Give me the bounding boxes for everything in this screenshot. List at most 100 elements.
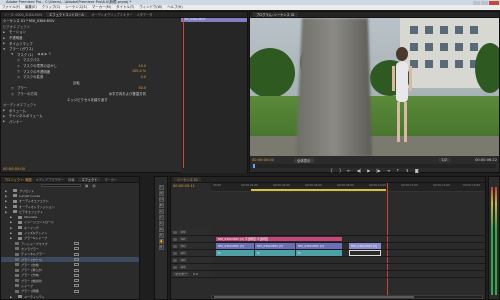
monitor-scrub-bar[interactable] (253, 164, 496, 168)
step-forward-icon[interactable]: |▶ (376, 168, 380, 173)
timeline-scrollbar[interactable] (211, 295, 483, 299)
minimize-button[interactable] (473, 0, 480, 5)
tab-audio-mixer[interactable]: オーディオクリップミキサー (91, 12, 132, 17)
param-value[interactable]: 10.0 (138, 64, 146, 68)
timeline-clip-pink[interactable]: MVI_0364.MOV [V] 不透明度:不透明度 (216, 237, 342, 241)
track-label[interactable]: A3 (179, 265, 187, 269)
expand-triangle-icon[interactable]: ▶ (5, 189, 11, 193)
menu-title[interactable]: タイトル(T) (116, 5, 134, 10)
timeline-scroll-thumb[interactable] (214, 296, 414, 298)
slide-tool-icon[interactable]: ⇹ (158, 227, 164, 232)
expand-triangle-icon[interactable]: ▶ (5, 210, 11, 214)
tab-project[interactable]: プロジェクト: 無題 (4, 177, 32, 182)
tab-media-browser[interactable]: メディアブラウザー (36, 177, 64, 182)
menu-marker[interactable]: マーカー(M) (92, 5, 111, 10)
expand-triangle-icon[interactable]: ▶ (10, 295, 16, 299)
repeat-edge-checkbox[interactable]: エッジピクセルを繰り返す (67, 97, 108, 102)
tab-markers[interactable]: マーカー (104, 177, 117, 182)
effect-controls-timecode[interactable]: 00:00:00:00 (3, 167, 25, 171)
tab-info[interactable]: 情報 (68, 177, 74, 182)
tab-program[interactable]: プログラム: シーケンス 01 (253, 12, 298, 17)
effect-row[interactable]: ▶ パンナー (1, 119, 181, 125)
delete-icon[interactable]: ▤ (92, 184, 95, 188)
hand-tool-icon[interactable]: ✋ (158, 239, 164, 244)
effect-playhead[interactable] (183, 18, 184, 168)
timeline-clip-audio[interactable]: fx (255, 250, 295, 256)
track-label[interactable]: V1 (179, 244, 187, 248)
timeline-clip-video[interactable]: MVI_0364.MOV [V] (216, 243, 254, 249)
timeline-clip-video[interactable]: MVI_0364.MOV [V] (296, 243, 342, 249)
timeline-clip-audio-selected[interactable] (349, 250, 381, 256)
export-frame-icon[interactable]: ◙ (415, 168, 419, 173)
expand-triangle-icon[interactable]: ▶ (10, 215, 16, 219)
expand-triangle-icon[interactable]: ▶ (10, 236, 16, 240)
rolling-edit-tool-icon[interactable]: # (158, 203, 164, 208)
track-label[interactable]: A1 (179, 251, 187, 255)
mark-in-icon[interactable]: { (330, 168, 333, 173)
tab-metadata[interactable]: メタデータ (136, 12, 152, 17)
speaker-icon[interactable] (173, 265, 177, 269)
effect-controls-timeline[interactable]: MVI_0364.MOV (181, 17, 247, 173)
tab-sequence[interactable]: シーケンス 01 (174, 177, 201, 182)
extract-icon[interactable]: ⇞ (405, 168, 408, 173)
step-back-icon[interactable]: ◀| (357, 168, 361, 173)
speaker-icon[interactable] (173, 258, 177, 262)
slip-tool-icon[interactable]: ⇔ (158, 221, 164, 226)
eye-icon[interactable] (173, 237, 177, 241)
expand-triangle-icon[interactable]: ▶ (5, 194, 11, 198)
quality-select[interactable]: 1/2 (438, 158, 451, 162)
menu-edit[interactable]: 編集(E) (25, 5, 37, 10)
work-area-bar[interactable] (251, 189, 386, 191)
expand-triangle-icon[interactable]: ▶ (10, 226, 16, 230)
menu-sequence[interactable]: シーケンス(S) (65, 5, 87, 10)
mark-out-icon[interactable]: } (339, 168, 342, 173)
expand-triangle-icon[interactable]: ▶ (10, 220, 16, 224)
speaker-icon[interactable] (173, 251, 177, 255)
maximize-button[interactable] (481, 0, 488, 5)
effects-search-input[interactable] (41, 183, 81, 188)
go-to-in-icon[interactable]: ⇤ (347, 168, 350, 173)
param-value[interactable]: 0.0 (141, 75, 146, 79)
blur-direction-select[interactable]: 水平方向および垂直方向 (109, 91, 146, 96)
param-value[interactable]: 50.0 (138, 86, 146, 90)
tab-source[interactable]: ソース: 0000_ZUEA.MOV (4, 12, 42, 17)
tab-effects[interactable]: エフェクト (78, 177, 101, 182)
track-label[interactable]: V2 (179, 237, 187, 241)
pen-tool-icon[interactable]: ✎ (158, 233, 164, 238)
master-value[interactable]: 0.0 (193, 272, 198, 276)
expand-triangle-icon[interactable]: ▶ (10, 231, 16, 235)
video-frame[interactable] (250, 18, 499, 156)
lift-icon[interactable]: ⇡ (396, 168, 399, 173)
selection-tool-icon[interactable]: ↖ (158, 185, 164, 190)
timeline-clip-video-selected[interactable]: MVI_0364.MOV [V] (349, 243, 381, 249)
program-timecode-current[interactable]: 00:00:00:00 (252, 158, 274, 162)
param-value[interactable]: 100.0 % (132, 69, 146, 73)
timeline-clip-audio[interactable]: fx (296, 250, 342, 256)
menu-help[interactable]: ヘルプ(H) (167, 5, 182, 10)
track-label[interactable]: マスター (173, 272, 190, 276)
timeline-timecode[interactable]: 00:00:05:11 (173, 184, 195, 188)
timeline-clip-video[interactable]: MVI_0364.MOV [V] (255, 243, 295, 249)
timeline-ruler[interactable]: 00:00 00:00:02:00 00:00:04:00 00:00:06:0… (211, 183, 485, 192)
ripple-edit-tool-icon[interactable]: ⟺ (158, 197, 164, 202)
fit-select[interactable]: 全体表示 (293, 157, 314, 163)
track-select-tool-icon[interactable]: ⇉ (158, 191, 164, 196)
rate-stretch-tool-icon[interactable]: ↔ (158, 209, 164, 214)
tab-effect-controls[interactable]: エフェクトコントロール (46, 12, 88, 17)
menu-window[interactable]: ウィンドウ(W) (139, 5, 162, 10)
expand-triangle-icon[interactable]: ▶ (5, 205, 11, 209)
play-icon[interactable]: ▶ (367, 168, 370, 173)
menu-clip[interactable]: クリップ(C) (42, 5, 61, 10)
mask-shape-icons[interactable]: ◀ ◆ ▶ ✎ (37, 52, 51, 56)
menu-file[interactable]: ファイル(F) (2, 5, 20, 10)
eye-icon[interactable] (173, 230, 177, 234)
zoom-tool-icon[interactable]: ⚲ (158, 245, 164, 250)
go-to-out-icon[interactable]: ⇥ (387, 168, 390, 173)
razor-tool-icon[interactable]: ✂ (158, 215, 164, 220)
expand-triangle-icon[interactable]: ▶ (5, 199, 11, 203)
timeline-clip-audio[interactable]: fx (216, 250, 254, 256)
monitor-playhead[interactable] (253, 164, 255, 168)
new-bin-icon[interactable]: ▣ (85, 184, 88, 188)
invert-checkbox-label[interactable]: 反転 (73, 80, 80, 85)
eye-icon[interactable] (173, 244, 177, 248)
